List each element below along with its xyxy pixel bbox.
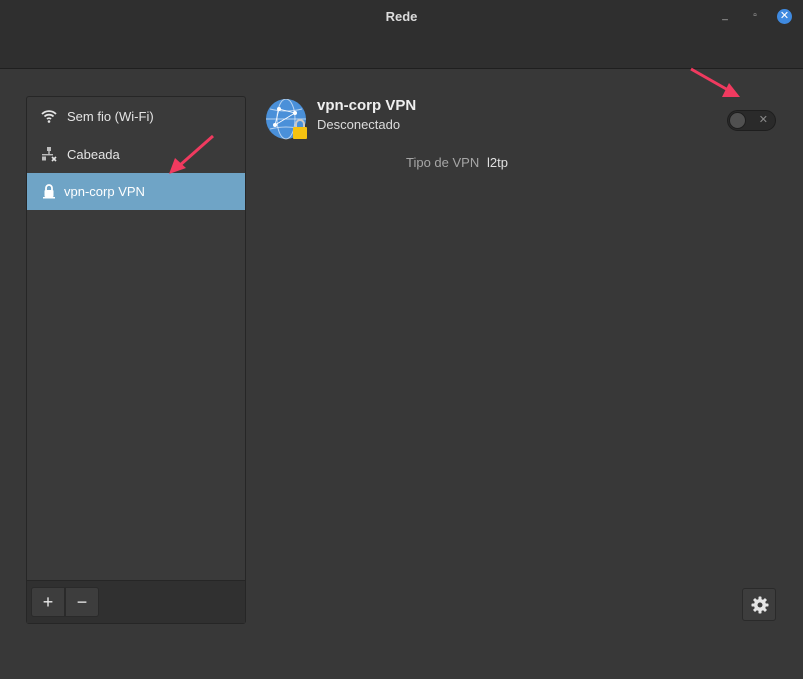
sidebar-item-label: Cabeada	[67, 147, 120, 162]
vpn-lock-icon	[41, 183, 57, 199]
titlebar[interactable]: Rede _ ▫ ✕	[0, 0, 803, 69]
vpn-type-label: Tipo de VPN	[406, 155, 480, 170]
network-window: Rede _ ▫ ✕ Sem fio (Wi-Fi) Cabeada vpn-c…	[0, 0, 803, 679]
sidebar-toolbar: + −	[27, 580, 245, 623]
close-icon: ✕	[779, 10, 790, 22]
connection-name: vpn-corp VPN	[317, 97, 417, 114]
switch-knob	[729, 112, 746, 129]
window-title: Rede	[385, 9, 418, 24]
sidebar-item-label: vpn-corp VPN	[64, 184, 145, 199]
wifi-icon	[41, 108, 57, 124]
maximize-button[interactable]: ▫	[748, 9, 762, 23]
minimize-icon: _	[722, 10, 728, 21]
wired-network-icon	[41, 146, 57, 162]
add-connection-button[interactable]: +	[31, 587, 65, 617]
minimize-button[interactable]: _	[718, 9, 732, 23]
gear-icon	[751, 596, 769, 614]
vpn-globe-icon	[265, 98, 309, 143]
connection-status: Desconectado	[317, 117, 401, 132]
annotation-arrow-switch	[690, 67, 740, 97]
sidebar-item-vpn[interactable]: vpn-corp VPN	[27, 173, 245, 210]
sidebar-item-wifi[interactable]: Sem fio (Wi-Fi)	[27, 98, 245, 135]
annotation-arrow-sidebar	[169, 134, 214, 174]
maximize-icon: ▫	[753, 10, 757, 21]
vpn-connection-switch[interactable]: ✕	[727, 110, 776, 131]
switch-off-icon: ✕	[758, 114, 768, 126]
remove-connection-button[interactable]: −	[65, 587, 99, 617]
vpn-type-value: l2tp	[487, 155, 508, 170]
settings-button[interactable]	[742, 588, 776, 621]
close-button[interactable]: ✕	[777, 9, 792, 24]
sidebar-item-label: Sem fio (Wi-Fi)	[67, 109, 154, 124]
